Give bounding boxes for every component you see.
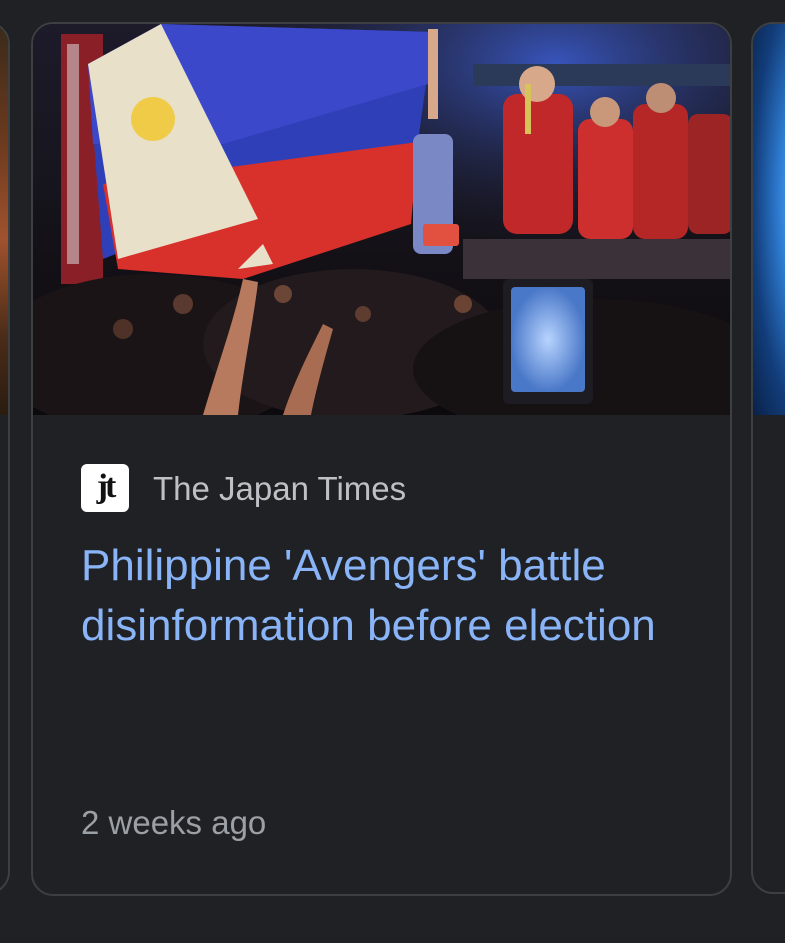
news-card[interactable]: jt The Japan Times Philippine 'Avengers'… (31, 22, 732, 896)
previous-card-thumbnail (0, 24, 8, 415)
news-carousel: jt The Japan Times Philippine 'Avengers'… (0, 0, 785, 943)
next-card-thumbnail (753, 24, 785, 415)
rally-photo-icon (33, 24, 730, 415)
publisher-name: The Japan Times (153, 469, 407, 507)
previous-news-card[interactable] (0, 22, 10, 894)
next-news-card[interactable] (751, 22, 785, 894)
publisher-logo-icon: jt (81, 464, 129, 512)
article-headline-link[interactable]: Philippine 'Avengers' battle disinformat… (81, 536, 701, 656)
publisher-logo-text: jt (96, 468, 117, 505)
article-timestamp: 2 weeks ago (81, 804, 267, 841)
source-row: jt The Japan Times (81, 464, 406, 512)
